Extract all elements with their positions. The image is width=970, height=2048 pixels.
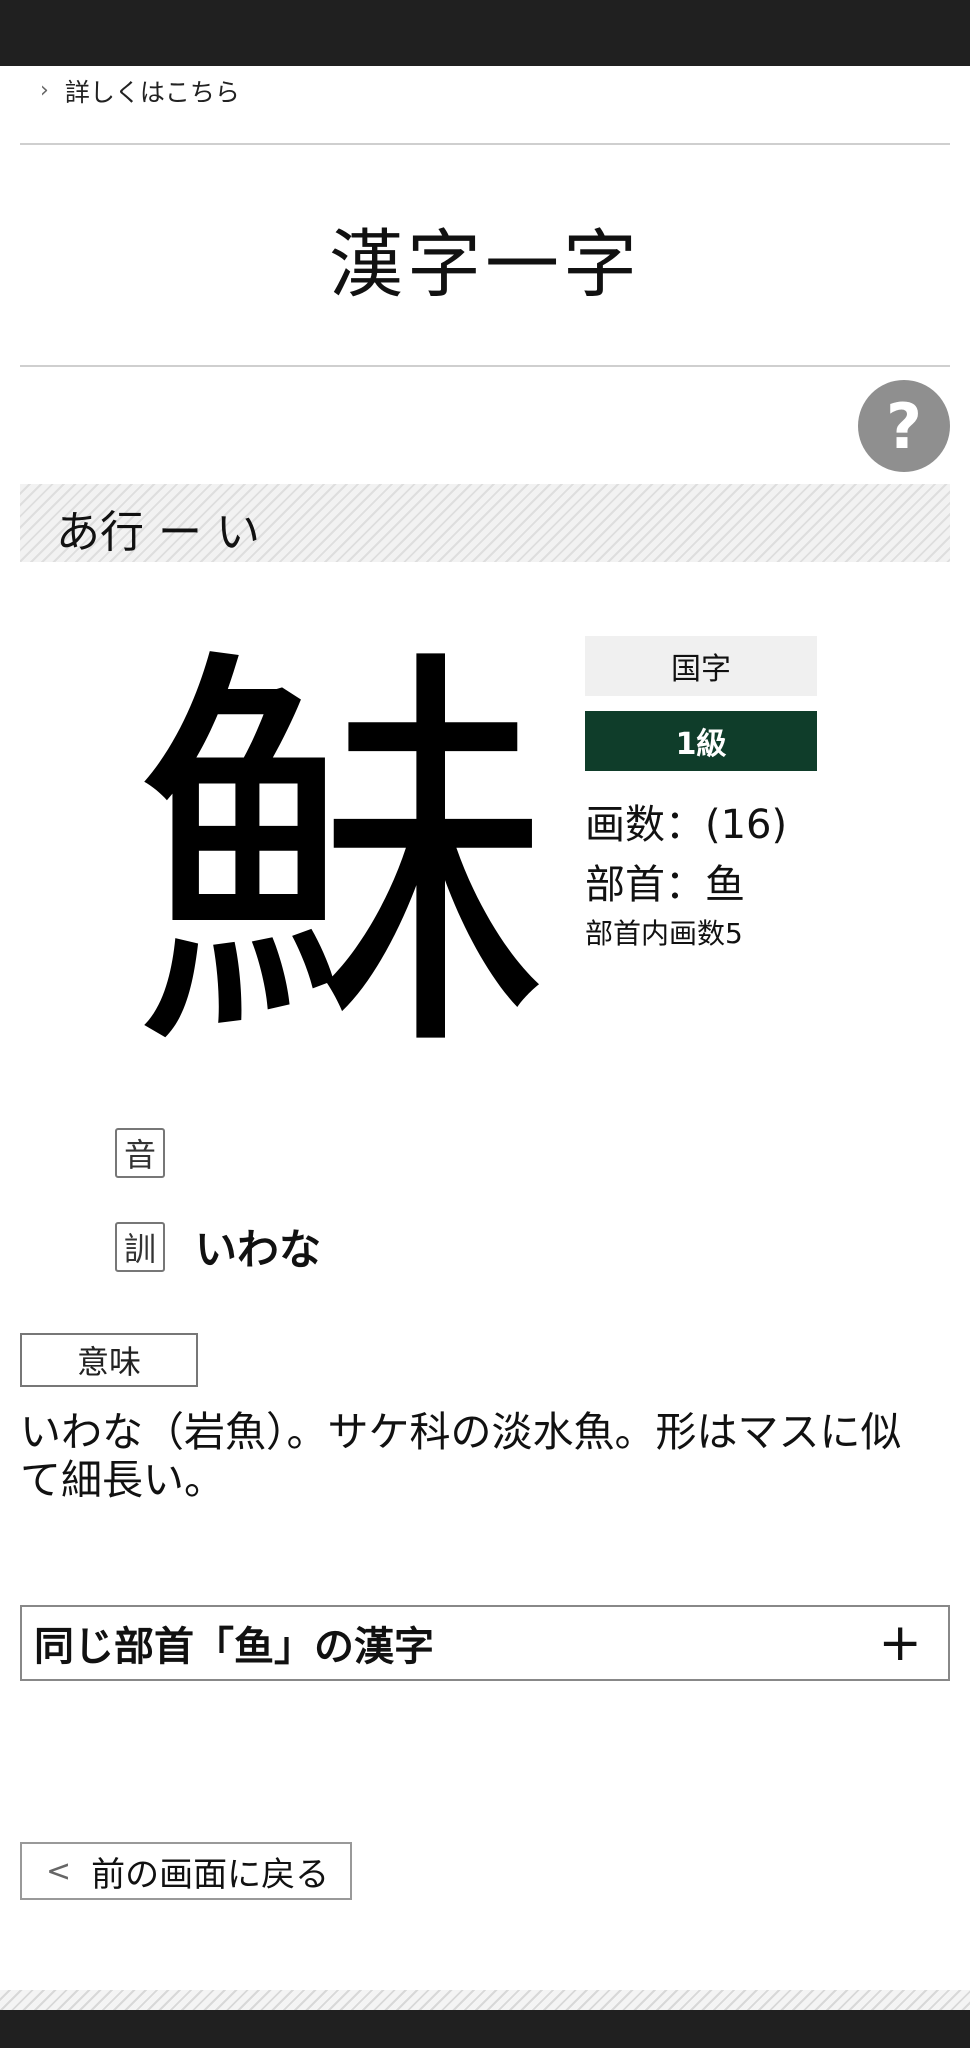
divider: [20, 365, 950, 367]
footer-stripe: [0, 1990, 970, 2010]
kun-reading-row: 訓 いわな: [115, 1216, 321, 1277]
same-radical-accordion[interactable]: 同じ部首「⻥」の漢字 +: [20, 1605, 950, 1681]
status-bar: [0, 0, 970, 66]
meaning-text: いわな（岩魚）。サケ科の淡水魚。形はマスに似て細長い。: [20, 1408, 902, 1504]
kokuji-badge: 国字: [585, 636, 817, 696]
back-button[interactable]: < 前の画面に戻る: [20, 1842, 352, 1900]
more-details-label: 詳しくはこちら: [64, 78, 240, 107]
divider: [20, 143, 950, 145]
level-badge: 1級: [585, 711, 817, 771]
kanji-character: 鮇: [130, 615, 550, 1104]
on-reading-row: 音: [115, 1128, 195, 1178]
chevron-left-icon: <: [46, 1853, 72, 1889]
chevron-right-icon: ›: [40, 78, 49, 103]
kun-reading-label: 訓: [115, 1221, 165, 1272]
navigation-bar: [0, 2010, 970, 2048]
stroke-count: 画数：(16): [585, 802, 788, 848]
question-mark-icon: ?: [886, 389, 922, 463]
kun-reading-value: いわな: [195, 1225, 322, 1274]
on-reading-label: 音: [115, 1128, 165, 1178]
accordion-title: 同じ部首「⻥」の漢字: [34, 1624, 434, 1670]
section-label: あ行 ー い: [56, 507, 260, 558]
meaning-label: 意味: [20, 1333, 198, 1387]
page-title: 漢字一字: [329, 222, 641, 308]
more-details-link[interactable]: › 詳しくはこちら: [40, 74, 240, 108]
section-header: あ行 ー い: [20, 484, 950, 562]
plus-icon: +: [878, 1613, 922, 1673]
back-button-label: 前の画面に戻る: [91, 1854, 330, 1895]
help-button[interactable]: ?: [858, 380, 950, 472]
radical-stroke-count: 部首内画数5: [585, 917, 743, 950]
radical-info: 部首：⻥: [585, 862, 745, 908]
